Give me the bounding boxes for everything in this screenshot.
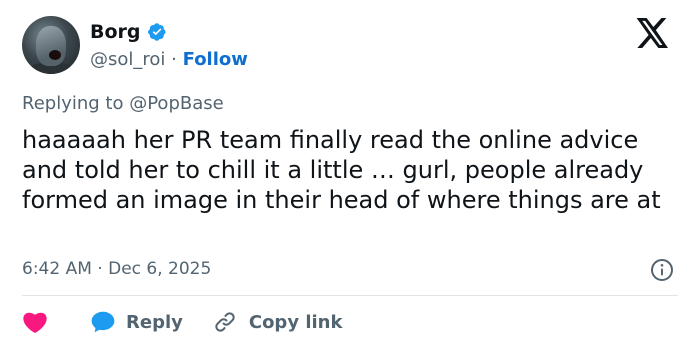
author-handle[interactable]: @sol_roi bbox=[90, 49, 165, 70]
author-name[interactable]: Borg bbox=[90, 21, 141, 43]
replying-prefix: Replying to bbox=[22, 93, 124, 114]
replying-to-mention[interactable]: @PopBase bbox=[129, 93, 223, 114]
x-logo-icon[interactable] bbox=[636, 18, 670, 48]
action-bar: Reply Copy link bbox=[22, 308, 342, 336]
avatar[interactable] bbox=[22, 16, 80, 74]
replying-to: Replying to @PopBase bbox=[22, 93, 224, 114]
avatar-face bbox=[36, 26, 66, 66]
avatar-mouth bbox=[49, 50, 61, 60]
copy-link-label: Copy link bbox=[248, 311, 343, 333]
reply-bubble-icon bbox=[91, 311, 115, 333]
tweet-date[interactable]: Dec 6, 2025 bbox=[108, 259, 211, 279]
reply-label: Reply bbox=[126, 311, 183, 333]
tweet-text: haaaaah her PR team finally read the onl… bbox=[22, 126, 661, 214]
meta-separator: · bbox=[97, 259, 103, 279]
verified-badge-icon bbox=[147, 23, 166, 41]
tweet-meta: 6:42 AM · Dec 6, 2025 bbox=[22, 259, 211, 279]
tweet-time[interactable]: 6:42 AM bbox=[22, 259, 92, 279]
author-handle-row: @sol_roi · Follow bbox=[90, 49, 248, 70]
handle-separator: · bbox=[171, 49, 177, 70]
divider bbox=[22, 295, 678, 296]
follow-button[interactable]: Follow bbox=[183, 49, 248, 70]
heart-icon[interactable] bbox=[22, 310, 48, 334]
reply-button[interactable]: Reply bbox=[48, 310, 183, 334]
info-icon[interactable] bbox=[650, 258, 674, 282]
author-name-row: Borg bbox=[90, 21, 167, 43]
link-icon bbox=[215, 312, 235, 332]
copy-link-button[interactable]: Copy link bbox=[183, 310, 343, 334]
